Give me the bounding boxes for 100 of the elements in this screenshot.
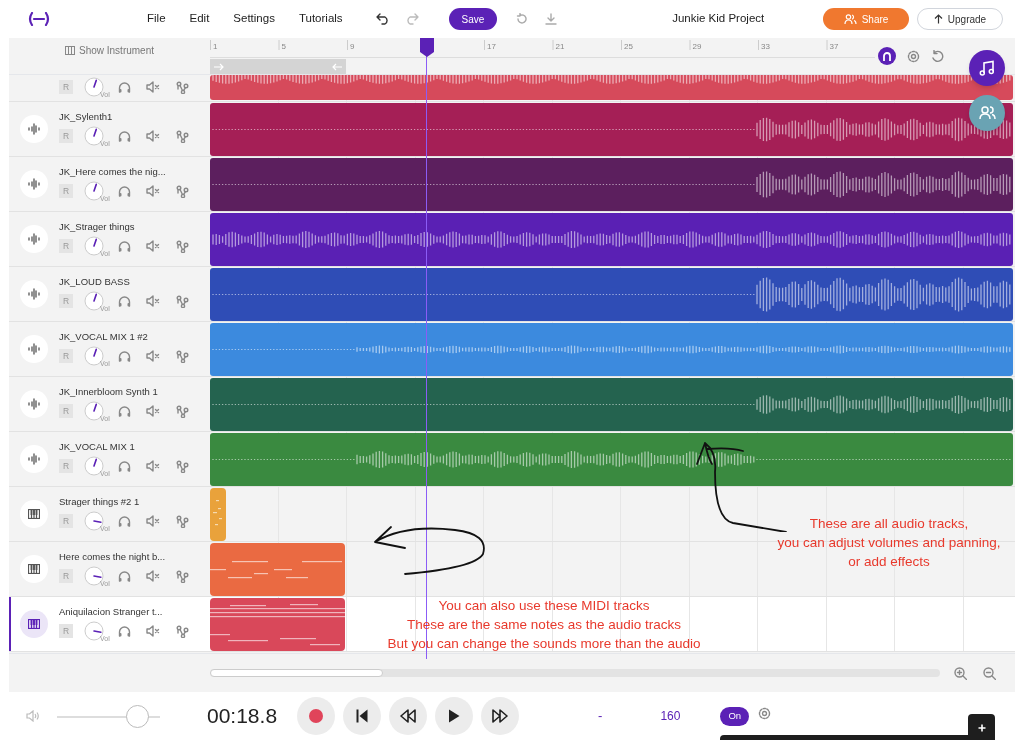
redo-icon[interactable] bbox=[404, 13, 419, 25]
key-display: - bbox=[598, 707, 603, 726]
effects-icon[interactable] bbox=[176, 514, 189, 528]
undo-icon[interactable] bbox=[375, 13, 390, 25]
magnet-button[interactable] bbox=[878, 47, 896, 65]
track-name: JK_Innerbloom Synth 1 bbox=[59, 386, 159, 397]
menu-item[interactable]: Tutorials bbox=[298, 10, 343, 28]
mute-icon[interactable] bbox=[146, 570, 160, 583]
skip-to-start-button[interactable] bbox=[343, 697, 382, 735]
audio-clip[interactable] bbox=[210, 158, 1013, 211]
mute-icon[interactable] bbox=[146, 460, 160, 473]
effects-icon[interactable] bbox=[176, 294, 189, 308]
headphones-icon[interactable] bbox=[118, 295, 131, 308]
mute-icon[interactable] bbox=[146, 350, 160, 363]
zoom-out-icon[interactable] bbox=[983, 666, 996, 680]
fast-forward-button[interactable] bbox=[481, 697, 520, 735]
headphones-icon[interactable] bbox=[118, 625, 131, 638]
save-button[interactable]: Save bbox=[448, 8, 498, 30]
play-button[interactable] bbox=[435, 697, 474, 735]
mute-icon[interactable] bbox=[146, 515, 160, 528]
speaker-icon[interactable] bbox=[26, 710, 40, 722]
waveform-icon bbox=[28, 343, 40, 355]
effects-icon[interactable] bbox=[176, 459, 189, 473]
midi-clip[interactable] bbox=[210, 598, 345, 651]
mute-icon[interactable] bbox=[146, 405, 160, 418]
zoom-in-icon[interactable] bbox=[954, 666, 967, 680]
track-name: JK_VOCAL MIX 1 bbox=[59, 441, 136, 452]
add-button[interactable] bbox=[968, 714, 995, 740]
audio-clip[interactable] bbox=[210, 323, 1013, 376]
effects-icon[interactable] bbox=[176, 80, 189, 94]
record-icon bbox=[308, 708, 325, 724]
effects-icon[interactable] bbox=[176, 569, 189, 583]
record-button[interactable] bbox=[297, 697, 336, 735]
effects-icon[interactable] bbox=[176, 129, 189, 143]
headphones-icon[interactable] bbox=[118, 350, 131, 363]
plus-icon bbox=[977, 724, 986, 732]
audio-clip[interactable] bbox=[210, 433, 1013, 486]
track-name: Aniquilacion Stranger t... bbox=[59, 606, 164, 617]
metronome-toggle[interactable]: On bbox=[720, 706, 750, 726]
arrow-right-icon bbox=[214, 62, 224, 71]
instrument-button[interactable] bbox=[20, 500, 48, 528]
piano-keys-icon bbox=[28, 564, 40, 574]
waveform-icon bbox=[28, 453, 40, 465]
mute-icon[interactable] bbox=[146, 625, 160, 638]
menu-item[interactable]: Edit bbox=[189, 10, 210, 28]
track-name: JK_Here comes the nig... bbox=[59, 166, 167, 177]
mute-icon[interactable] bbox=[146, 130, 160, 143]
show-instrument-button[interactable]: Show Instrument bbox=[64, 42, 154, 58]
headphones-icon[interactable] bbox=[118, 405, 131, 418]
headphones-icon[interactable] bbox=[118, 130, 131, 143]
mute-icon[interactable] bbox=[146, 295, 160, 308]
horizontal-scrollbar[interactable] bbox=[210, 669, 940, 677]
headphones-icon[interactable] bbox=[118, 185, 131, 198]
menu-item[interactable]: File bbox=[147, 10, 166, 28]
people-icon bbox=[843, 13, 857, 25]
logo-icon[interactable] bbox=[27, 12, 51, 26]
tempo-display: 160 bbox=[660, 708, 681, 725]
audio-clip[interactable] bbox=[210, 378, 1013, 431]
track-name: Here comes the night b... bbox=[59, 551, 167, 562]
mute-icon[interactable] bbox=[146, 240, 160, 253]
instrument-button[interactable] bbox=[20, 555, 48, 583]
scrollbar-thumb[interactable] bbox=[210, 669, 383, 677]
effects-icon[interactable] bbox=[176, 404, 189, 418]
track-name: JK_LOUD BASS bbox=[59, 276, 131, 287]
volume-slider[interactable] bbox=[57, 704, 160, 728]
audio-clip[interactable] bbox=[210, 75, 1013, 100]
instrument-button[interactable] bbox=[20, 610, 48, 638]
download-icon[interactable] bbox=[545, 13, 558, 25]
playhead-handle[interactable] bbox=[420, 38, 434, 57]
effects-icon[interactable] bbox=[176, 239, 189, 253]
reload-icon[interactable] bbox=[516, 13, 529, 25]
settings-icon[interactable] bbox=[907, 49, 920, 63]
effects-icon[interactable] bbox=[176, 184, 189, 198]
effects-icon[interactable] bbox=[176, 624, 189, 638]
effects-icon[interactable] bbox=[176, 349, 189, 363]
headphones-icon[interactable] bbox=[118, 240, 131, 253]
piano-icon bbox=[64, 45, 75, 55]
headphones-icon[interactable] bbox=[118, 460, 131, 473]
skip-back-icon bbox=[356, 709, 369, 723]
audio-clip[interactable] bbox=[210, 213, 1013, 266]
volume-slider-thumb[interactable] bbox=[125, 704, 149, 728]
music-button[interactable] bbox=[969, 50, 1005, 86]
loop-icon[interactable] bbox=[931, 49, 944, 63]
audio-clip[interactable] bbox=[210, 268, 1013, 321]
ruler-label: 25 bbox=[624, 43, 633, 51]
midi-clip[interactable] bbox=[210, 543, 345, 596]
midi-clip[interactable] bbox=[210, 488, 226, 541]
menu-item[interactable]: Settings bbox=[233, 10, 275, 28]
headphones-icon[interactable] bbox=[118, 81, 131, 93]
headphones-icon[interactable] bbox=[118, 570, 131, 583]
mute-icon[interactable] bbox=[146, 81, 160, 93]
track-name: Strager things #2 1 bbox=[59, 496, 141, 507]
headphones-icon[interactable] bbox=[118, 515, 131, 528]
audio-clip[interactable] bbox=[210, 103, 1013, 156]
rewind-icon bbox=[400, 709, 417, 723]
music-note-icon bbox=[979, 60, 995, 76]
rewind-button[interactable] bbox=[389, 697, 428, 735]
settings-icon[interactable] bbox=[758, 706, 772, 720]
mute-icon[interactable] bbox=[146, 185, 160, 198]
waveform-icon bbox=[28, 178, 40, 190]
